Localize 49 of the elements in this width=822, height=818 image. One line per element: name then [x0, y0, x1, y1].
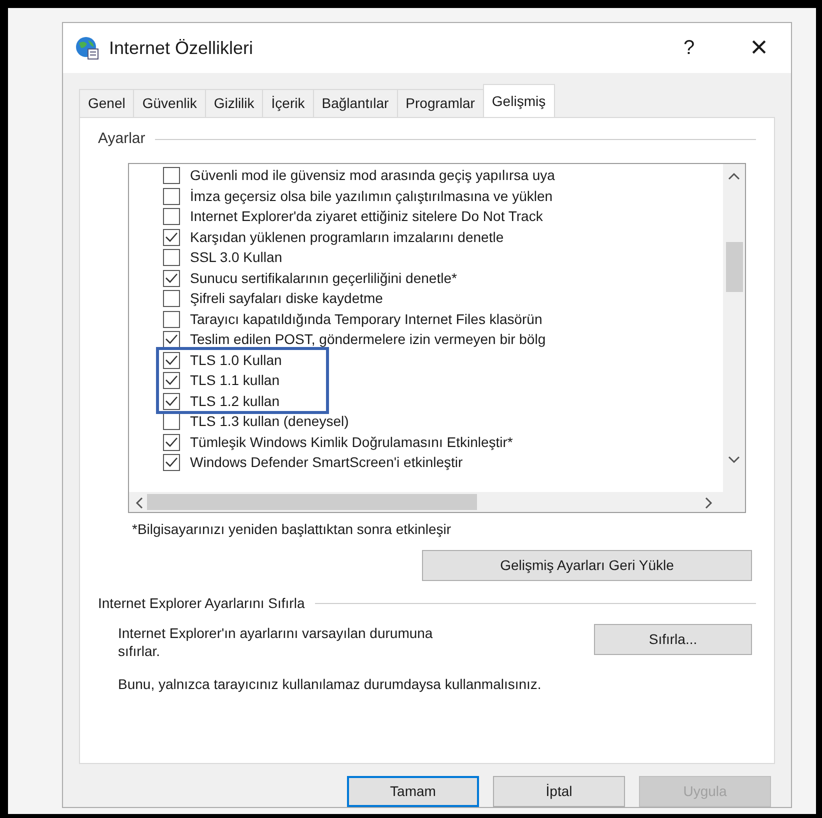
- tab[interactable]: Genel: [79, 89, 134, 117]
- tab[interactable]: Gelişmiş: [482, 84, 555, 118]
- checkbox[interactable]: [163, 392, 180, 410]
- checkbox[interactable]: [163, 454, 180, 472]
- group-title: Ayarlar: [98, 129, 146, 149]
- setting-label: Windows Defender SmartScreen'i etkinleştir: [190, 453, 463, 472]
- setting-label: Şifreli sayfaları diske kaydetme: [190, 289, 383, 308]
- checkbox[interactable]: [163, 270, 180, 287]
- setting-label: Karşıdan yüklenen programların imzalarını denetle: [190, 228, 504, 247]
- setting-label: SSL 3.0 Kullan: [190, 248, 282, 268]
- help-button[interactable]: ?: [669, 33, 709, 63]
- setting-label: Teslim edilen POST, göndermelere izin vermeyen bir bölg: [190, 330, 546, 350]
- checkbox[interactable]: [163, 188, 180, 205]
- checkbox[interactable]: [163, 310, 180, 328]
- group-title: Internet Explorer Ayarlarını Sıfırla: [98, 594, 305, 613]
- checkbox[interactable]: [163, 352, 180, 369]
- window-title: Internet Özellikleri: [109, 36, 254, 60]
- checkbox[interactable]: [163, 434, 180, 451]
- checkbox[interactable]: [163, 208, 180, 226]
- setting-label: Sunucu sertifikalarının geçerliliğini denetle*: [190, 268, 457, 288]
- setting-label: Tarayıcı kapatıldığında Temporary Internet Files klasörün: [190, 310, 542, 329]
- setting-label: Güvenli mod ile güvensiz mod arasında geçiş yapılırsa uya: [190, 166, 555, 186]
- checkbox[interactable]: [163, 413, 180, 430]
- vertical-scrollbar[interactable]: [723, 164, 745, 492]
- setting-label: TLS 1.3 kullan (deneysel): [190, 412, 349, 432]
- checkbox[interactable]: [163, 249, 180, 266]
- dialog-button[interactable]: İptal: [493, 776, 625, 807]
- description-text: Internet Explorer'ın ayarlarını varsayılan durumuna sıfırlar.: [118, 624, 434, 660]
- checkbox[interactable]: [163, 290, 180, 308]
- scroll-thumb[interactable]: [147, 494, 477, 510]
- globe-icon: [75, 36, 99, 60]
- setting-label: TLS 1.2 kullan: [190, 392, 280, 411]
- scroll-thumb[interactable]: [726, 242, 743, 292]
- setting-label: Tümleşik Windows Kimlik Doğrulamasını Etkinleştir*: [190, 432, 513, 452]
- setting-label: Internet Explorer'da ziyaret ettiğiniz sitelere Do Not Track: [190, 207, 543, 226]
- setting-label: İmza geçersiz olsa bile yazılımın çalıştırılmasına ve yüklen: [190, 186, 553, 206]
- checkbox[interactable]: [163, 167, 180, 184]
- dialog-button[interactable]: Tamam: [347, 776, 479, 807]
- setting-label: TLS 1.0 Kullan: [190, 350, 282, 370]
- footnote: *Bilgisayarınızı yeniden başlattıktan sonra etkinleşir: [132, 520, 452, 539]
- restore-button[interactable]: Gelişmiş Ayarları Geri Yükle: [422, 550, 752, 580]
- close-button[interactable]: ×: [739, 33, 779, 63]
- checkbox[interactable]: [163, 372, 180, 390]
- setting-label: TLS 1.1 kullan: [190, 371, 280, 390]
- warning-text: Bunu, yalnızca tarayıcınız kullanılamaz durumdaysa kullanmalısınız.: [118, 674, 542, 694]
- checkbox[interactable]: [163, 331, 180, 348]
- checkbox[interactable]: [163, 228, 180, 246]
- reset-button[interactable]: Sıfırla...: [594, 624, 752, 654]
- horizontal-scrollbar[interactable]: [129, 492, 745, 512]
